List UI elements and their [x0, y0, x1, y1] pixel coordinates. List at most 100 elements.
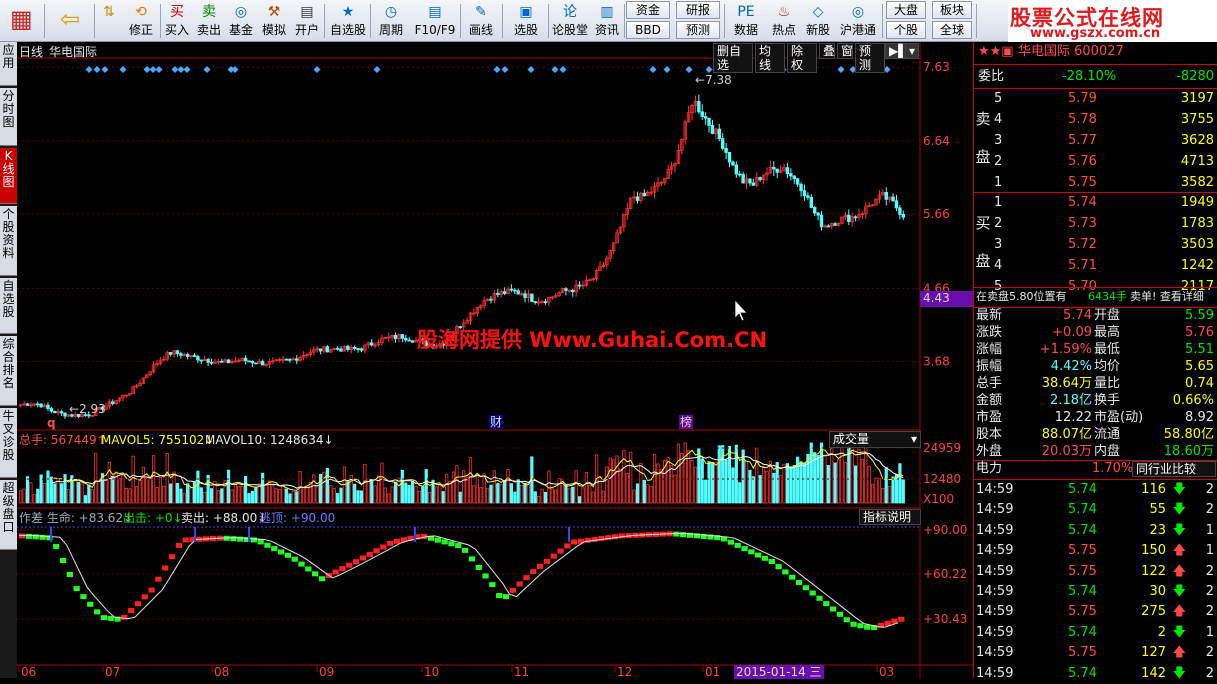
volume-bar — [421, 486, 425, 504]
toolbar-small-button-6[interactable]: 板块 — [932, 1, 972, 19]
side-tab-1[interactable]: 分时图 — [0, 88, 17, 146]
toolbar-button-12[interactable]: ✎ 画线 — [462, 1, 500, 41]
candle-body — [46, 404, 50, 409]
candle-body — [325, 346, 330, 353]
chart-menu-button-0[interactable]: 删自选 — [713, 43, 753, 73]
candle-body — [809, 196, 813, 208]
toolbar-small-button-7[interactable]: 全球 — [932, 21, 972, 39]
toolbar-button-16[interactable]: PE 数据 — [728, 1, 764, 41]
toolbar-button-label: 修正 — [128, 23, 153, 37]
toolbar-button-10[interactable]: ◷ 周期 — [372, 1, 410, 41]
chevron-down-icon[interactable]: ▾ — [905, 43, 919, 59]
tick-price: 5.74 — [1068, 584, 1097, 599]
candle-body — [898, 207, 902, 215]
toolbar-small-button-1[interactable]: BBD — [626, 21, 670, 39]
indicator-block — [502, 594, 510, 600]
volume-bar — [717, 445, 721, 504]
tick-count: 2 — [1205, 584, 1214, 599]
side-tab-0[interactable]: 应用 — [0, 42, 17, 86]
toolbar-small-button-4[interactable]: 大盘 — [886, 1, 926, 19]
toolbar-button-9[interactable]: ★ 自选股 — [328, 1, 368, 41]
indicator-block — [387, 540, 394, 546]
industry-compare-button[interactable]: 同行业比较 — [1132, 461, 1216, 477]
level: 2 — [994, 154, 1003, 169]
volume: 3503 — [1180, 237, 1214, 252]
indicator-block — [441, 539, 448, 545]
volume-indicator-dropdown[interactable]: 成交量 ▾ — [829, 431, 921, 448]
indicator-block — [87, 601, 94, 607]
chart-menu-button-5[interactable]: 预测 — [855, 43, 885, 73]
indicator-block — [305, 566, 312, 572]
volume-bar — [247, 493, 251, 504]
candle-body — [496, 293, 500, 295]
toolbar-button-2[interactable]: ⇅ — [96, 1, 122, 41]
toolbar-small-button-2[interactable]: 研报 — [676, 1, 720, 19]
toolbar-button-15[interactable]: ▥ 资讯 — [592, 1, 622, 41]
toolbar-button-8[interactable]: ▤ 开户 — [292, 1, 322, 41]
cai-marker[interactable]: 财 — [489, 415, 504, 429]
side-tab-2[interactable]: K线图 — [0, 148, 17, 204]
volume-bar — [244, 475, 248, 504]
volume-bar — [400, 469, 404, 504]
toolbar-small-button-0[interactable]: 资金 — [626, 1, 670, 19]
kline-chart[interactable]: 7.63 6.64 5.66 4.66 3.68 24959 12480 X100 +90.00… — [17, 42, 973, 679]
buy-level-row: 4 5.71 1242 — [974, 256, 1217, 276]
toolbar-button-14[interactable]: 论论股堂 — [550, 1, 590, 41]
notice-row[interactable]: 在卖盘5.80位置有 6434手 卖单! 查看详细 — [974, 287, 1217, 307]
indicator-block — [468, 556, 476, 562]
toolbar-button-label: 模拟 — [261, 23, 286, 37]
chart-menu-button-2[interactable]: 除权 — [787, 43, 817, 73]
indicator-block — [557, 548, 564, 554]
volume: 3197 — [1180, 91, 1214, 106]
toolbar-button-3[interactable]: ⟲ 修正 — [124, 1, 158, 41]
candle-body — [206, 359, 210, 363]
tick-count: 2 — [1205, 502, 1214, 518]
chart-canvas[interactable]: 7.636.645.664.663.682495912480X100+90.00… — [17, 42, 973, 678]
indicator-block — [768, 558, 775, 564]
indicator-block — [455, 543, 462, 549]
toolbar-button-label: 买入 — [164, 23, 189, 37]
side-tab-6[interactable]: 牛叉诊股 — [0, 408, 17, 478]
toolbar-button-0[interactable]: ▦ — [2, 1, 40, 41]
side-tab-5[interactable]: 综合排名 — [0, 336, 17, 406]
indicator-help-button[interactable]: 指标说明 — [859, 509, 921, 525]
tick-price: 5.75 — [1068, 543, 1097, 559]
candle-body — [175, 350, 180, 355]
current-price-tag: 4.43 — [920, 291, 973, 307]
arrow-down-icon: 🡇 — [1172, 584, 1186, 599]
candle-body — [404, 337, 408, 341]
toolbar-small-button-3[interactable]: 预测 — [676, 21, 720, 39]
indicator-block — [605, 535, 612, 541]
arrow-up-icon: 🡅 — [1172, 645, 1186, 661]
toolbar-button-7[interactable]: ⚒ 模拟 — [258, 1, 290, 41]
volume-bar — [748, 469, 752, 504]
toolbar-button-5[interactable]: 卖卖出 — [194, 1, 224, 41]
side-tab-3[interactable]: 个股资料 — [0, 206, 17, 276]
toolbar-button-1[interactable]: ⇦ — [48, 1, 92, 41]
chart-menu-button-3[interactable]: 叠 — [819, 43, 835, 59]
toolbar-small-button-5[interactable]: 个股 — [886, 21, 926, 39]
chart-menu-button-1[interactable]: 均线 — [755, 43, 785, 73]
toolbar-button-13[interactable]: ▣ 选股 — [506, 1, 546, 41]
side-tab-7[interactable]: 超级盘口 — [0, 480, 17, 550]
toolbar-button-17[interactable]: ♨ 热点 — [768, 1, 800, 41]
side-tab-4[interactable]: 自选股 — [0, 278, 17, 334]
toolbar-button-18[interactable]: ◇ 新股 — [803, 1, 833, 41]
toolbar-button-6[interactable]: ◎ 基金 — [226, 1, 256, 41]
toolbar-button-label: 热点 — [771, 23, 796, 37]
candle-body — [724, 147, 728, 153]
level: 4 — [994, 258, 1003, 273]
chart-menu-button-4[interactable]: 窗 — [837, 43, 853, 59]
toolbar-button-11[interactable]: ▤ F10/F9 — [412, 1, 458, 41]
candle-body — [352, 346, 357, 349]
bang-marker[interactable]: 榜 — [679, 415, 694, 429]
volume-bar — [192, 481, 197, 504]
toolbar-button-4[interactable]: 买买入 — [162, 1, 192, 41]
volume-bar — [353, 483, 357, 504]
tick-count: 2 — [1205, 563, 1214, 579]
toolbar-button-19[interactable]: ◎ 沪港通 — [836, 1, 880, 41]
volume: 1949 — [1180, 195, 1214, 210]
clock-icon: ◷ — [384, 4, 398, 20]
indicator-block — [59, 557, 67, 563]
volume-bar — [111, 475, 115, 504]
